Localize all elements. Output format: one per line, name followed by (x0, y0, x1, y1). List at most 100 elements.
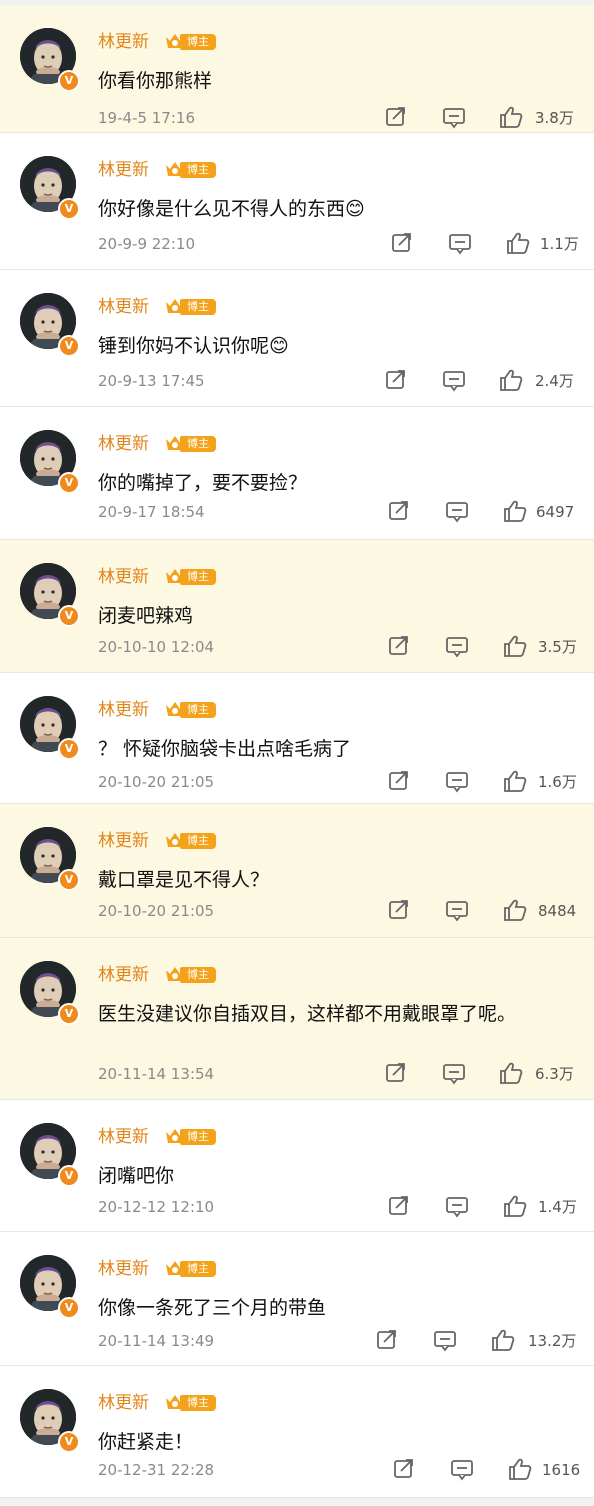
like-count: 6.3万 (535, 1065, 574, 1083)
comment-text: 闭嘴吧你 (98, 1165, 175, 1187)
comment-text: 戴口罩是见不得人？ (98, 869, 270, 891)
thumbs-up-icon[interactable] (502, 1194, 528, 1218)
comment-icon[interactable] (447, 231, 473, 255)
username[interactable]: 林更新 (98, 31, 149, 53)
comment-item[interactable]: V 林更新 博主 你看你那熊样 19-4-5 17:16 3.8万 (0, 5, 594, 133)
thumbs-up-icon[interactable] (498, 105, 524, 129)
author-badge: 博主 (164, 699, 216, 720)
comment-timestamp: 19-4-5 17:16 (98, 109, 195, 127)
author-badge: 博主 (164, 1392, 216, 1413)
verified-badge: V (58, 738, 80, 760)
repost-icon[interactable] (389, 231, 415, 255)
comment-item[interactable]: V 林更新 博主 医生没建议你自插双目，这样都不用戴眼罩了呢。 20-11-14 13:… (0, 938, 594, 1100)
comment-timestamp: 20-9-9 22:10 (98, 235, 195, 253)
username[interactable]: 林更新 (98, 964, 149, 986)
thumbs-up-icon[interactable] (490, 1328, 516, 1352)
thumbs-up-icon[interactable] (502, 769, 528, 793)
thumbs-up-icon[interactable] (505, 231, 531, 255)
repost-icon[interactable] (386, 1194, 412, 1218)
like-count: 2.4万 (535, 372, 574, 390)
author-badge: 博主 (164, 964, 216, 985)
repost-icon[interactable] (386, 769, 412, 793)
repost-icon[interactable] (383, 368, 409, 392)
thumbs-up-icon[interactable] (498, 368, 524, 392)
comment-text: 闭麦吧辣鸡 (98, 605, 194, 627)
repost-icon[interactable] (386, 634, 412, 658)
comment-icon[interactable] (441, 1061, 467, 1085)
comment-timestamp: 20-11-14 13:49 (98, 1332, 215, 1350)
comment-icon[interactable] (444, 634, 470, 658)
comment-item[interactable]: V 林更新 博主 ？ 怀疑你脑袋卡出点啥毛病了 20-10-20 21:05 1.6万 (0, 673, 594, 804)
verified-badge: V (58, 335, 80, 357)
author-badge: 博主 (164, 1258, 216, 1279)
like-count: 8484 (538, 902, 577, 920)
author-badge-label: 博主 (180, 162, 216, 178)
username[interactable]: 林更新 (98, 699, 149, 721)
comment-icon[interactable] (444, 898, 470, 922)
author-badge-label: 博主 (180, 34, 216, 50)
like-count: 6497 (536, 503, 575, 521)
comment-item[interactable]: V 林更新 博主 你好像是什么见不得人的东西😊 20-9-9 22:10 1.1万 (0, 133, 594, 270)
comment-icon[interactable] (441, 368, 467, 392)
comment-timestamp: 20-12-31 22:28 (98, 1461, 215, 1479)
username[interactable]: 林更新 (98, 433, 149, 455)
repost-icon[interactable] (374, 1328, 400, 1352)
comment-icon[interactable] (444, 769, 470, 793)
author-badge-label: 博主 (180, 1129, 216, 1145)
comment-text: 你好像是什么见不得人的东西😊 (98, 198, 365, 220)
repost-icon[interactable] (386, 898, 412, 922)
verified-badge: V (58, 472, 80, 494)
username[interactable]: 林更新 (98, 1126, 149, 1148)
comment-icon[interactable] (444, 499, 470, 523)
verified-badge: V (58, 1003, 80, 1025)
username[interactable]: 林更新 (98, 1258, 149, 1280)
thumbs-up-icon[interactable] (498, 1061, 524, 1085)
like-count: 13.2万 (528, 1332, 577, 1350)
comment-item[interactable]: V 林更新 博主 闭嘴吧你 20-12-12 12:10 1.4万 (0, 1100, 594, 1232)
author-badge: 博主 (164, 433, 216, 454)
author-badge: 博主 (164, 830, 216, 851)
username[interactable]: 林更新 (98, 296, 149, 318)
author-badge-label: 博主 (180, 299, 216, 315)
comment-item[interactable]: V 林更新 博主 你像一条死了三个月的带鱼 20-11-14 13:49 13.2万 (0, 1232, 594, 1366)
author-badge: 博主 (164, 296, 216, 317)
comment-text: 你赶紧走！ (98, 1431, 194, 1453)
username[interactable]: 林更新 (98, 830, 149, 852)
thumbs-up-icon[interactable] (507, 1457, 533, 1481)
comment-text: 你像一条死了三个月的带鱼 (98, 1297, 327, 1319)
comment-timestamp: 20-10-20 21:05 (98, 773, 215, 791)
username[interactable]: 林更新 (98, 1392, 149, 1414)
comment-timestamp: 20-10-10 12:04 (98, 638, 215, 656)
repost-icon[interactable] (383, 105, 409, 129)
comment-icon[interactable] (444, 1194, 470, 1218)
comment-text: 医生没建议你自插双目，这样都不用戴眼罩了呢。 (98, 1003, 517, 1025)
comment-timestamp: 20-9-13 17:45 (98, 372, 205, 390)
repost-icon[interactable] (391, 1457, 417, 1481)
thumbs-up-icon[interactable] (502, 634, 528, 658)
comment-item[interactable]: V 林更新 博主 闭麦吧辣鸡 20-10-10 12:04 3.5万 (0, 540, 594, 673)
thumbs-up-icon[interactable] (502, 898, 528, 922)
thumbs-up-icon[interactable] (502, 499, 528, 523)
like-count: 3.5万 (538, 638, 577, 656)
comment-item[interactable]: V 林更新 博主 你赶紧走！ 20-12-31 22:28 1616 (0, 1366, 594, 1498)
repost-icon[interactable] (383, 1061, 409, 1085)
comment-text: 锤到你妈不认识你呢😊 (98, 335, 289, 357)
comment-icon[interactable] (449, 1457, 475, 1481)
author-badge: 博主 (164, 159, 216, 180)
comment-item[interactable]: V 林更新 博主 你的嘴掉了，要不要捡？ 20-9-17 18:54 6497 (0, 407, 594, 540)
comment-item[interactable]: V 林更新 博主 戴口罩是见不得人？ 20-10-20 21:05 8484 (0, 804, 594, 938)
comment-timestamp: 20-12-12 12:10 (98, 1198, 215, 1216)
verified-badge: V (58, 1431, 80, 1453)
comment-text: 你看你那熊样 (98, 70, 213, 92)
verified-badge: V (58, 869, 80, 891)
repost-icon[interactable] (386, 499, 412, 523)
comment-item[interactable]: V 林更新 博主锤到你妈不认识你呢😊 20-9-13 17:45 2.4万 (0, 270, 594, 407)
author-badge-label: 博主 (180, 436, 216, 452)
username[interactable]: 林更新 (98, 566, 149, 588)
author-badge-label: 博主 (180, 569, 216, 585)
username[interactable]: 林更新 (98, 159, 149, 181)
verified-badge: V (58, 70, 80, 92)
comment-icon[interactable] (441, 105, 467, 129)
comment-list: V 林更新 博主 你看你那熊样 19-4-5 17:16 3.8万 V 林更新 博主 你好像是什么… (0, 5, 594, 1498)
comment-icon[interactable] (432, 1328, 458, 1352)
